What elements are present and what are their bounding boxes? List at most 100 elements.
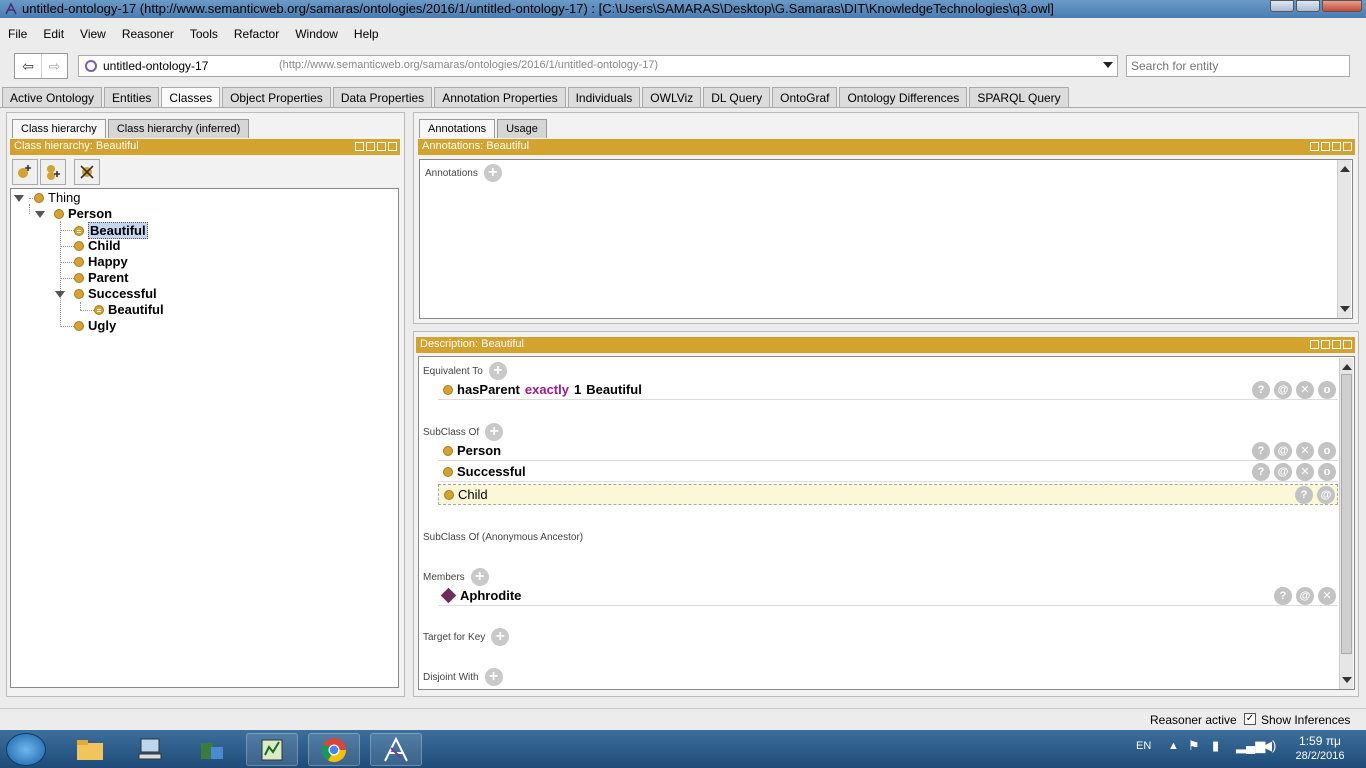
delete-icon[interactable]: ✕ [1318, 587, 1336, 605]
add-superclass-button[interactable]: + [485, 423, 504, 441]
show-inferences-checkbox[interactable]: ✓ [1244, 713, 1256, 725]
annotations-scrollbar[interactable] [1337, 160, 1351, 318]
delete-class-button[interactable] [74, 159, 100, 185]
tab-class-hierarchy[interactable]: Class hierarchy [12, 119, 106, 138]
view-close-icon[interactable] [1343, 142, 1352, 151]
active-ontology-selector[interactable]: untitled-ontology-17 (http://www.semanti… [78, 55, 1118, 77]
annotate-icon[interactable]: @ [1274, 381, 1292, 399]
menu-window[interactable]: Window [287, 24, 346, 46]
menu-edit[interactable]: Edit [35, 24, 72, 46]
tree-node-child[interactable]: Child [74, 238, 121, 253]
subclass-row-successful[interactable]: Successful ? @ ✕ o [438, 462, 1338, 482]
add-sibling-class-button[interactable] [40, 159, 66, 185]
delete-icon[interactable]: ✕ [1296, 463, 1314, 481]
power-icon[interactable]: ▮ [1212, 738, 1219, 754]
task-app-icon[interactable] [246, 733, 298, 766]
edit-icon[interactable]: o [1318, 442, 1336, 460]
explain-icon[interactable]: ? [1252, 381, 1270, 399]
tab-data-properties[interactable]: Data Properties [332, 87, 433, 107]
tab-ontograf[interactable]: OntoGraf [772, 87, 838, 107]
view-split-icon[interactable] [355, 142, 364, 151]
subclass-row-person[interactable]: Person ? @ ✕ o [438, 441, 1338, 461]
search-entity-input[interactable] [1126, 55, 1350, 77]
tab-annotation-properties[interactable]: Annotation Properties [434, 87, 566, 107]
tree-node-happy[interactable]: Happy [74, 254, 128, 269]
view-maximize-icon[interactable] [1332, 142, 1341, 151]
add-annotation-button[interactable]: + [483, 164, 502, 182]
add-member-button[interactable]: + [470, 568, 489, 586]
add-key-button[interactable]: + [491, 628, 510, 646]
expand-triangle-icon[interactable] [14, 195, 24, 202]
tree-node-ugly[interactable]: Ugly [74, 318, 116, 333]
add-subclass-button[interactable] [12, 159, 38, 185]
tab-ontology-differences[interactable]: Ontology Differences [839, 87, 968, 107]
chevron-down-icon[interactable] [1103, 62, 1113, 68]
flag-icon[interactable]: ⚑ [1188, 738, 1200, 754]
maximize-button[interactable] [1296, 0, 1320, 12]
subclass-row-child-inferred[interactable]: Child ? @ [438, 484, 1338, 505]
tab-sparql-query[interactable]: SPARQL Query [969, 87, 1069, 107]
clock[interactable]: 1:59 πμ 28/2/2016 [1290, 734, 1350, 762]
add-equivalent-button[interactable]: + [488, 362, 507, 380]
scroll-thumb[interactable] [1341, 374, 1352, 654]
menu-help[interactable]: Help [346, 24, 387, 46]
member-row-aphrodite[interactable]: Aphrodite ? @ ✕ [438, 586, 1338, 606]
explain-icon[interactable]: ? [1295, 486, 1313, 504]
chrome-icon[interactable] [308, 733, 360, 766]
tab-annotations[interactable]: Annotations [419, 119, 496, 138]
explain-icon[interactable]: ? [1274, 587, 1292, 605]
scroll-down-icon[interactable] [1342, 677, 1352, 683]
tab-active-ontology[interactable]: Active Ontology [2, 87, 103, 107]
menu-view[interactable]: View [72, 24, 114, 46]
tab-dl-query[interactable]: DL Query [703, 87, 771, 107]
forward-arrow-icon[interactable]: ⇨ [40, 54, 67, 78]
network-computer-icon[interactable] [124, 733, 176, 766]
language-indicator[interactable]: EN [1136, 740, 1151, 752]
tab-entities[interactable]: Entities [104, 87, 160, 107]
tree-node-beautiful[interactable]: Beautiful [74, 222, 148, 239]
description-scrollbar[interactable] [1339, 358, 1353, 689]
file-explorer-icon[interactable] [64, 733, 116, 766]
view-minimize-icon[interactable] [1321, 340, 1330, 349]
explain-icon[interactable]: ? [1252, 463, 1270, 481]
menu-reasoner[interactable]: Reasoner [114, 24, 182, 46]
close-button[interactable] [1322, 0, 1362, 12]
scroll-down-icon[interactable] [1340, 306, 1350, 312]
tree-node-person[interactable]: Person [54, 206, 112, 221]
volume-icon[interactable]: ◀) [1262, 738, 1276, 754]
add-disjoint-button[interactable]: + [484, 668, 503, 686]
expand-triangle-icon[interactable] [55, 291, 65, 298]
start-button[interactable] [6, 733, 46, 766]
tab-owlviz[interactable]: OWLViz [642, 87, 702, 107]
edit-icon[interactable]: o [1318, 463, 1336, 481]
view-split-icon[interactable] [1310, 142, 1319, 151]
menu-tools[interactable]: Tools [182, 24, 226, 46]
tree-node-parent[interactable]: Parent [74, 270, 128, 285]
view-close-icon[interactable] [388, 142, 397, 151]
expand-triangle-icon[interactable] [35, 211, 45, 218]
tree-node-successful-beautiful[interactable]: Beautiful [94, 302, 164, 317]
annotate-icon[interactable]: @ [1317, 486, 1335, 504]
annotate-icon[interactable]: @ [1296, 587, 1314, 605]
program-manager-icon[interactable] [186, 733, 238, 766]
tab-usage[interactable]: Usage [497, 119, 547, 138]
view-close-icon[interactable] [1343, 340, 1352, 349]
equivalent-row[interactable]: hasParent exactly 1 Beautiful ? @ ✕ o [438, 380, 1338, 400]
annotate-icon[interactable]: @ [1274, 442, 1292, 460]
network-icon[interactable]: ▂▄▆ [1236, 738, 1265, 754]
protege-taskbar-icon[interactable] [370, 733, 422, 766]
tab-classes[interactable]: Classes [161, 87, 221, 107]
edit-icon[interactable]: o [1318, 381, 1336, 399]
tab-class-hierarchy-inferred[interactable]: Class hierarchy (inferred) [107, 119, 250, 138]
view-minimize-icon[interactable] [1321, 142, 1330, 151]
explain-icon[interactable]: ? [1252, 442, 1270, 460]
view-maximize-icon[interactable] [1332, 340, 1341, 349]
scroll-up-icon[interactable] [1342, 364, 1352, 370]
view-minimize-icon[interactable] [366, 142, 375, 151]
annotate-icon[interactable]: @ [1274, 463, 1292, 481]
view-maximize-icon[interactable] [377, 142, 386, 151]
delete-icon[interactable]: ✕ [1296, 381, 1314, 399]
back-arrow-icon[interactable]: ⇦ [15, 54, 41, 78]
view-split-icon[interactable] [1310, 340, 1319, 349]
tab-object-properties[interactable]: Object Properties [222, 87, 331, 107]
